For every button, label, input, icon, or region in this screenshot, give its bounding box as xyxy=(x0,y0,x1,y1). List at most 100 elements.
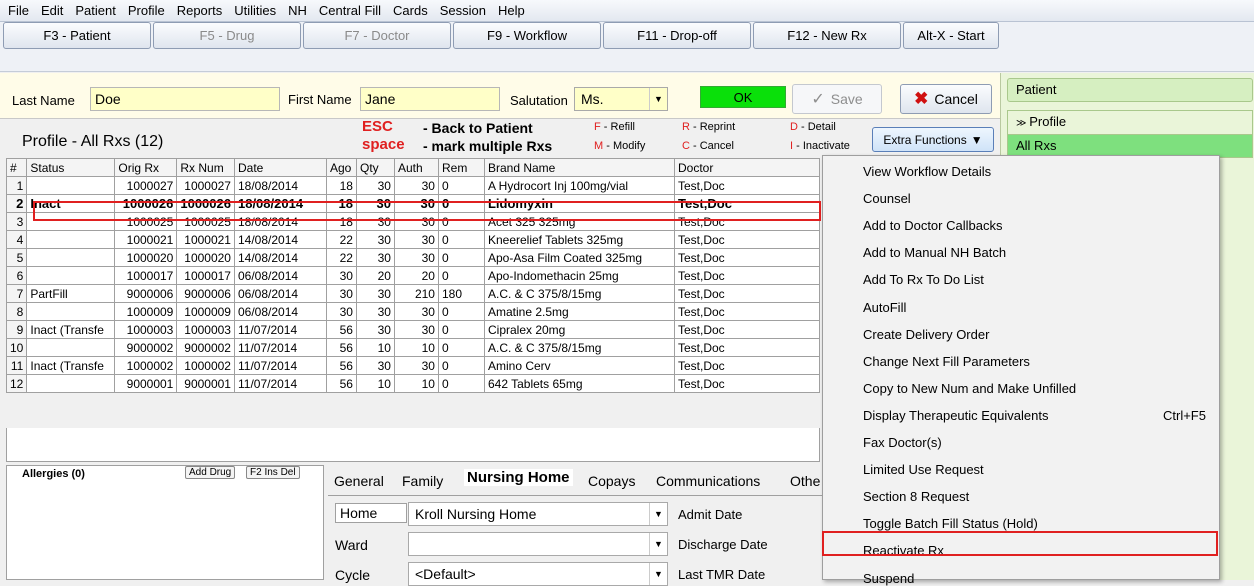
patient-button[interactable]: F3 - Patient xyxy=(3,22,151,49)
table-cell: Test,Doc xyxy=(673,374,821,393)
menu-item-view-workflow-details[interactable]: View Workflow Details xyxy=(863,164,991,179)
menu-nh[interactable]: NH xyxy=(288,3,307,18)
reactivate-highlight xyxy=(822,531,1218,556)
workflow-button[interactable]: F9 - Workflow xyxy=(453,22,601,49)
menu-bar: File Edit Patient Profile Reports Utilit… xyxy=(0,0,1254,22)
table-row[interactable]: 8 1000009 1000009 06/08/2014 30 30 30 0 Amatine … xyxy=(5,302,821,321)
col-header[interactable]: Qty xyxy=(355,158,395,177)
new-rx-button[interactable]: F12 - New Rx xyxy=(753,22,901,49)
detail-hint: D - Detail xyxy=(790,121,836,133)
extra-functions-button[interactable]: Extra Functions ▼ xyxy=(872,127,994,152)
menu-utilities[interactable]: Utilities xyxy=(234,3,276,18)
col-header[interactable]: Rx Num xyxy=(176,158,235,177)
ward-select[interactable]: ▼ xyxy=(408,532,668,556)
table-cell: 22 xyxy=(325,230,357,249)
col-header[interactable]: Status xyxy=(26,158,116,177)
tab-other[interactable]: Othe xyxy=(790,473,820,489)
menu-help[interactable]: Help xyxy=(498,3,525,18)
menu-item-add-to-rx-to-do-list[interactable]: Add To Rx To Do List xyxy=(863,272,984,287)
col-header[interactable]: Ago xyxy=(325,158,357,177)
first-name-field[interactable]: Jane xyxy=(360,87,500,111)
table-row[interactable]: 4 1000021 1000021 14/08/2014 22 30 30 0 Kneereli… xyxy=(5,230,821,249)
home-select[interactable]: Kroll Nursing Home ▼ xyxy=(408,502,668,526)
menu-item-section-8-request[interactable]: Section 8 Request xyxy=(863,489,969,504)
menu-reports[interactable]: Reports xyxy=(177,3,223,18)
drop-off-button[interactable]: F11 - Drop-off xyxy=(603,22,751,49)
table-cell: 06/08/2014 xyxy=(233,284,327,303)
menu-session[interactable]: Session xyxy=(440,3,486,18)
table-row[interactable]: 9 Inact (Transfe 1000003 1000003 11/07/2014 5… xyxy=(5,320,821,339)
table-cell: 11/07/2014 xyxy=(233,374,327,393)
salutation-select[interactable]: Ms. ▼ xyxy=(574,87,668,111)
tab-nursing-home[interactable]: Nursing Home xyxy=(464,469,573,486)
menu-item-limited-use-request[interactable]: Limited Use Request xyxy=(863,462,984,477)
col-header[interactable]: Rem xyxy=(437,158,485,177)
save-button[interactable]: ✓ Save xyxy=(792,84,882,114)
menu-cards[interactable]: Cards xyxy=(393,3,428,18)
extra-functions-menu: View Workflow Details Counsel Add to Docto… xyxy=(822,155,1220,586)
table-cell: Cipralex 20mg xyxy=(483,320,675,339)
menu-edit[interactable]: Edit xyxy=(41,3,63,18)
table-row[interactable]: 11 Inact (Transfe 1000002 1000002 11/07/2014… xyxy=(5,356,821,375)
table-row[interactable]: 12 9000001 9000001 11/07/2014 56 10 10 0 642 Tab… xyxy=(5,374,821,393)
menu-item-suspend[interactable]: Suspend xyxy=(863,571,914,586)
ok-button[interactable]: OK xyxy=(700,86,786,108)
table-row[interactable]: 6 1000017 1000017 06/08/2014 30 20 20 0 Apo-Indo… xyxy=(5,266,821,285)
menu-item-fax-doctor-s[interactable]: Fax Doctor(s) xyxy=(863,435,942,450)
menu-profile[interactable]: Profile xyxy=(128,3,165,18)
table-cell xyxy=(26,248,116,267)
table-cell: 9000001 xyxy=(114,374,178,393)
table-cell xyxy=(26,176,116,195)
menu-item-add-to-doctor-callbacks[interactable]: Add to Doctor Callbacks xyxy=(863,218,1002,233)
doctor-button[interactable]: F7 - Doctor xyxy=(303,22,451,49)
table-cell: 10 xyxy=(5,338,28,357)
menu-item-copy-to-new-num-and-make-unfilled[interactable]: Copy to New Num and Make Unfilled xyxy=(863,381,1076,396)
table-row[interactable]: 7 PartFill 9000006 9000006 06/08/2014 30 30 210… xyxy=(5,284,821,303)
menu-item-toggle-batch-fill-status-hold[interactable]: Toggle Batch Fill Status (Hold) xyxy=(863,516,1038,531)
table-cell: 30 xyxy=(393,302,439,321)
table-cell: 0 xyxy=(437,338,485,357)
menu-central-fill[interactable]: Central Fill xyxy=(319,3,381,18)
col-header[interactable]: Auth xyxy=(393,158,439,177)
col-header[interactable]: Doctor xyxy=(673,158,821,177)
menu-item-counsel[interactable]: Counsel xyxy=(863,191,911,206)
menu-patient[interactable]: Patient xyxy=(75,3,115,18)
add-drug-button[interactable]: Add Drug xyxy=(185,466,236,479)
col-header[interactable]: Orig Rx xyxy=(114,158,178,177)
cancel-button[interactable]: ✖ Cancel xyxy=(900,84,992,114)
table-cell: 1000027 xyxy=(114,176,178,195)
tab-general[interactable]: General xyxy=(334,473,384,489)
table-cell: 30 xyxy=(393,248,439,267)
cycle-select[interactable]: <Default> ▼ xyxy=(408,562,668,586)
col-header[interactable]: Brand Name xyxy=(483,158,675,177)
table-cell: 0 xyxy=(437,320,485,339)
allergy-keys-button[interactable]: F2 Ins Del xyxy=(246,466,300,479)
cycle-label: Cycle xyxy=(335,567,371,583)
sidebar-patient[interactable]: Patient xyxy=(1007,78,1253,102)
sidebar-profile[interactable]: ≫ Profile xyxy=(1007,110,1253,134)
menu-item-display-therapeutic-equivalents[interactable]: Display Therapeutic Equivalents xyxy=(863,408,1048,423)
menu-item-create-delivery-order[interactable]: Create Delivery Order xyxy=(863,327,989,342)
table-row[interactable]: 5 1000020 1000020 14/08/2014 22 30 30 0 Apo-Asa … xyxy=(5,248,821,267)
menu-file[interactable]: File xyxy=(8,3,29,18)
allergies-panel xyxy=(6,465,324,580)
table-row[interactable]: 10 9000002 9000002 11/07/2014 56 10 10 0 A.C. & … xyxy=(5,338,821,357)
start-button[interactable]: Alt-X - Start xyxy=(903,22,999,49)
table-cell: Test,Doc xyxy=(673,266,821,285)
drug-button[interactable]: F5 - Drug xyxy=(153,22,301,49)
last-name-field[interactable]: Doe xyxy=(90,87,280,111)
menu-item-change-next-fill-parameters[interactable]: Change Next Fill Parameters xyxy=(863,354,1030,369)
col-header[interactable]: # xyxy=(5,158,28,177)
menu-item-autofill[interactable]: AutoFill xyxy=(863,300,906,315)
admit-date-label: Admit Date xyxy=(678,507,743,522)
menu-item-add-to-manual-nh-batch[interactable]: Add to Manual NH Batch xyxy=(863,245,1006,260)
tab-family[interactable]: Family xyxy=(402,473,443,489)
col-header[interactable]: Date xyxy=(233,158,327,177)
table-row[interactable]: 1 1000027 1000027 18/08/2014 18 30 30 0 A Hydroc… xyxy=(5,176,821,195)
table-cell: 9000002 xyxy=(114,338,178,357)
tab-communications[interactable]: Communications xyxy=(656,473,760,489)
tab-copays[interactable]: Copays xyxy=(588,473,635,489)
sidebar-profile-label: Profile xyxy=(1029,114,1067,129)
table-cell: 10 xyxy=(393,338,439,357)
table-cell: 11/07/2014 xyxy=(233,320,327,339)
